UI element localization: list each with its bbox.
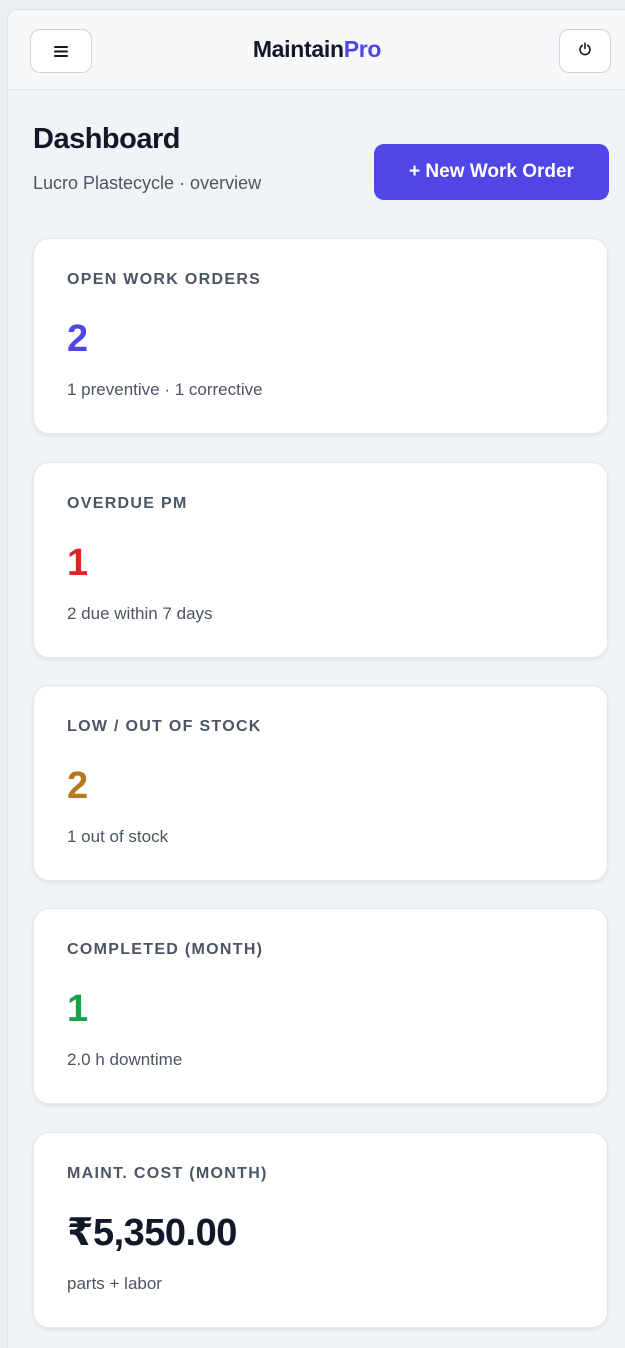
- stat-card-low-stock[interactable]: LOW / OUT OF STOCK 2 1 out of stock: [33, 685, 608, 881]
- card-label: MAINT. COST (MONTH): [67, 1165, 268, 1182]
- app-shell: MaintainPro Dashboard Lucro Plastecycle …: [7, 9, 625, 1348]
- stat-card-overdue-pm[interactable]: OVERDUE PM 1 2 due within 7 days: [33, 462, 608, 658]
- new-work-order-button[interactable]: + New Work Order: [374, 144, 609, 200]
- brand-suffix: Pro: [343, 36, 382, 62]
- card-value: 2: [67, 318, 89, 360]
- card-label: COMPLETED (MONTH): [67, 941, 264, 958]
- card-note: 1 out of stock: [67, 827, 169, 846]
- card-label: OVERDUE PM: [67, 495, 188, 512]
- app-brand: MaintainPro: [8, 36, 625, 63]
- power-icon: [578, 41, 592, 61]
- card-note: 1 preventive · 1 corrective: [67, 380, 263, 399]
- card-note: parts + labor: [67, 1274, 162, 1293]
- page-title: Dashboard: [33, 123, 180, 155]
- stat-card-completed-month[interactable]: COMPLETED (MONTH) 1 2.0 h downtime: [33, 908, 608, 1104]
- page-subtitle: Lucro Plastecycle · overview: [33, 173, 262, 193]
- card-note: 2.0 h downtime: [67, 1050, 183, 1069]
- card-label: LOW / OUT OF STOCK: [67, 718, 262, 735]
- stat-card-maintenance-cost[interactable]: MAINT. COST (MONTH) ₹5,350.00 parts + la…: [33, 1132, 608, 1328]
- card-value: 2: [67, 765, 89, 807]
- card-note: 2 due within 7 days: [67, 604, 213, 623]
- top-bar: MaintainPro: [8, 10, 625, 90]
- card-label: OPEN WORK ORDERS: [67, 271, 262, 288]
- card-value: 1: [67, 988, 89, 1030]
- card-value: ₹5,350.00: [67, 1212, 237, 1254]
- brand-prefix: Maintain: [252, 36, 344, 62]
- stat-card-open-work-orders[interactable]: OPEN WORK ORDERS 2 1 preventive · 1 corr…: [33, 238, 608, 434]
- card-value: 1: [67, 542, 89, 584]
- logout-button[interactable]: [559, 29, 611, 73]
